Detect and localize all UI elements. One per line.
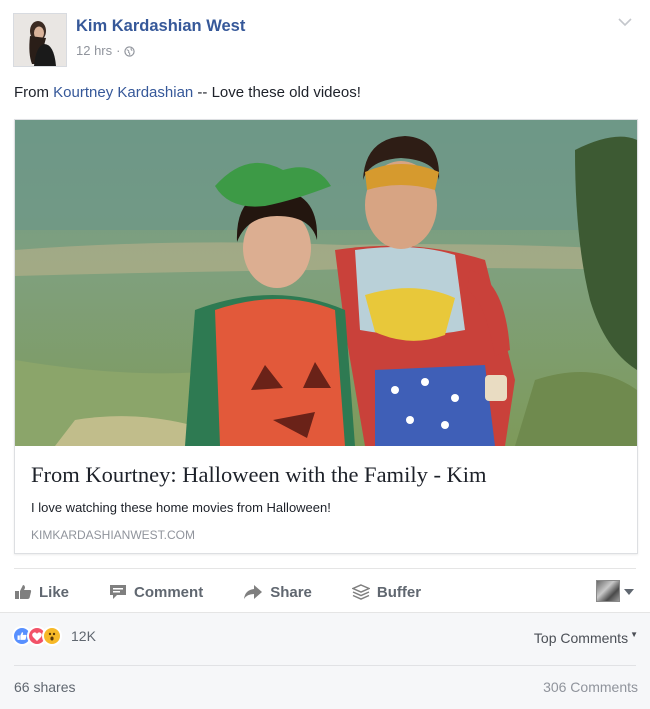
link-preview-card[interactable]: From Kourtney: Halloween with the Family… bbox=[14, 119, 638, 554]
status-prefix: From bbox=[14, 84, 54, 101]
post-meta: 12 hrs · bbox=[76, 43, 136, 58]
meta-separator: · bbox=[116, 43, 121, 58]
comment-button[interactable]: Comment bbox=[109, 584, 203, 601]
share-arrow-icon bbox=[243, 584, 263, 600]
post-time[interactable]: 12 hrs bbox=[76, 43, 112, 58]
link-domain: KIMKARDASHIANWEST.COM bbox=[31, 528, 196, 542]
tagged-page-link[interactable]: Kourtney Kardashian bbox=[53, 84, 193, 101]
buffer-label: Buffer bbox=[376, 583, 422, 601]
link-preview-image[interactable] bbox=[15, 120, 637, 446]
status-suffix: -- Love these old videos! bbox=[193, 84, 361, 101]
chevron-down-icon[interactable] bbox=[618, 14, 632, 27]
share-button[interactable]: Share bbox=[243, 584, 312, 601]
caret-down-icon: ▼ bbox=[630, 630, 638, 639]
link-description: I love watching these home movies from H… bbox=[31, 500, 331, 515]
author-avatar[interactable] bbox=[13, 13, 67, 67]
divider bbox=[14, 568, 636, 569]
divider bbox=[14, 665, 636, 666]
action-bar: Like Comment Share Buffer bbox=[14, 578, 461, 606]
share-label: Share bbox=[270, 583, 312, 601]
reaction-count: 12K bbox=[71, 628, 96, 644]
post-text: From Kourtney Kardashian -- Love these o… bbox=[14, 84, 361, 101]
facebook-post: Kim Kardashian West 12 hrs · From Kourtn… bbox=[0, 0, 650, 709]
top-comments-dropdown[interactable]: Top Comments ▼ bbox=[534, 630, 638, 646]
author-name[interactable]: Kim Kardashian West bbox=[76, 17, 245, 36]
like-button[interactable]: Like bbox=[14, 584, 69, 601]
identity-switcher[interactable] bbox=[596, 580, 634, 602]
top-comments-label: Top Comments bbox=[533, 630, 629, 646]
buffer-button[interactable]: Buffer bbox=[351, 583, 422, 601]
wow-icon bbox=[42, 626, 62, 646]
buffer-stack-icon bbox=[351, 584, 370, 600]
globe-icon bbox=[124, 45, 136, 57]
link-title[interactable]: From Kourtney: Halloween with the Family… bbox=[31, 462, 487, 488]
thumbs-up-icon bbox=[14, 584, 32, 600]
caret-down-icon bbox=[624, 582, 634, 600]
reactions-summary[interactable]: 12K bbox=[12, 626, 96, 646]
comment-label: Comment bbox=[134, 583, 204, 601]
comments-count[interactable]: 306 Comments bbox=[543, 679, 638, 695]
shares-count[interactable]: 66 shares bbox=[14, 679, 75, 695]
speech-bubble-icon bbox=[109, 584, 127, 600]
identity-avatar bbox=[596, 580, 620, 602]
like-label: Like bbox=[39, 583, 70, 601]
post-footer: 12K Top Comments ▼ 66 shares 306 Comments bbox=[0, 612, 650, 709]
